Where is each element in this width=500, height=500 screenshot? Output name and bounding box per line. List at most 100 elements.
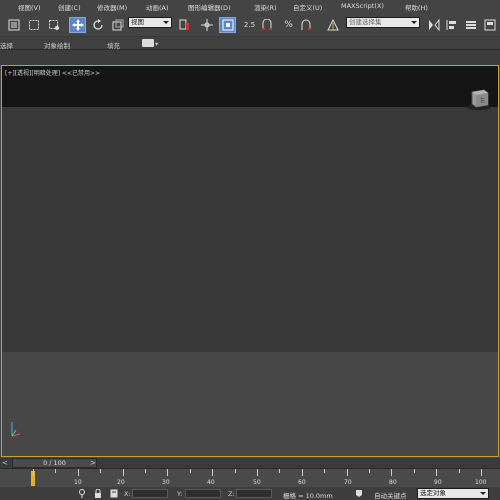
- menu-modifiers[interactable]: 修改器(M): [97, 2, 127, 12]
- viewcube-face-label: 左: [480, 97, 485, 104]
- selection-filter-dropdown[interactable]: 选定对象: [417, 488, 489, 499]
- track-bar-tick: [279, 469, 281, 473]
- tick-label: 100: [475, 479, 487, 486]
- track-bar-tick: [100, 469, 102, 473]
- menu-animation[interactable]: 动画(A): [146, 2, 169, 12]
- chevron-down-icon: [411, 21, 417, 24]
- y-coord-field[interactable]: [185, 489, 221, 498]
- menu-bar: 视图(V) 创建(C) 修改器(M) 动画(A) 图形编辑器(D) 渲染(R) …: [0, 0, 500, 12]
- ribbon-bar: 选择 对象绘制 填充 ▾: [0, 37, 500, 50]
- track-bar-tick: [122, 469, 124, 476]
- viewcube-icon[interactable]: 左: [466, 86, 492, 112]
- viewport-background-mid: [2, 107, 498, 352]
- track-bar-tick: [324, 469, 326, 473]
- viewport-label[interactable]: [+][透视][明暗处理] <<已禁用>>: [5, 68, 100, 77]
- time-slider[interactable]: < 0 / 100 >: [0, 458, 500, 468]
- layer-explorer-icon[interactable]: [462, 17, 479, 33]
- track-bar-tick: [346, 469, 348, 476]
- lock-icon[interactable]: [94, 488, 102, 498]
- track-bar-tick: [77, 469, 79, 476]
- ribbon-tab-populate[interactable]: 填充: [107, 40, 120, 50]
- track-bar-tick: [481, 469, 482, 476]
- perspective-viewport[interactable]: [+][透视][明暗处理] <<已禁用>> 左: [1, 65, 499, 457]
- menu-maxscript[interactable]: MAXScript(X): [341, 2, 384, 10]
- mirror-icon[interactable]: [425, 17, 442, 33]
- menu-graph-editors[interactable]: 图形编辑器(D): [188, 2, 231, 12]
- z-coord-label: Z:: [228, 490, 235, 498]
- menu-help[interactable]: 帮助(H): [405, 2, 428, 12]
- reference-coordinate-value: 视图: [131, 18, 144, 26]
- ribbon-tab-object-paint[interactable]: 对象绘制: [44, 40, 70, 50]
- track-bar-tick: [33, 469, 34, 476]
- menu-customize[interactable]: 自定义(U): [293, 2, 322, 12]
- named-selection-dropdown[interactable]: 创建选择集: [346, 17, 420, 28]
- tick-label: 30: [162, 479, 170, 486]
- angle-snap-icon[interactable]: [258, 17, 275, 33]
- percent-icon: %: [284, 20, 293, 30]
- track-bar-tick: [234, 469, 236, 473]
- tick-label: 40: [207, 479, 215, 486]
- track-bar-tick: [257, 469, 258, 476]
- y-coord-label: Y:: [177, 490, 183, 498]
- x-coord-label: X:: [124, 490, 131, 498]
- chevron-down-icon[interactable]: ▾: [155, 40, 158, 48]
- manipulate-icon[interactable]: [198, 17, 215, 33]
- z-coord-field[interactable]: [236, 489, 272, 498]
- track-bar-tick: [391, 469, 393, 476]
- chevron-down-icon: [163, 21, 169, 24]
- window-crossing-icon[interactable]: [45, 17, 62, 33]
- pivot-center-icon[interactable]: [175, 17, 192, 33]
- track-bar[interactable]: 10 20 30 40 50 60 70 80 90 100: [0, 468, 500, 487]
- viewport-background-floor: [2, 352, 498, 456]
- select-by-name-icon[interactable]: [5, 17, 22, 33]
- main-toolbar: 视图 2.5 % 创建选择集: [0, 12, 500, 37]
- track-bar-tick: [301, 469, 303, 476]
- tick-label: 60: [298, 479, 306, 486]
- time-slider-next-arrow[interactable]: >: [90, 459, 96, 467]
- tick-label: 10: [74, 479, 82, 486]
- track-bar-tick: [189, 469, 191, 473]
- keyboard-shortcut-override-icon[interactable]: [219, 17, 236, 33]
- spinner-snap-icon[interactable]: [297, 17, 314, 33]
- viewport-top-strip: [0, 50, 500, 65]
- add-time-tag-icon[interactable]: [355, 489, 363, 498]
- tick-label: 80: [389, 479, 397, 486]
- percent-snap-icon[interactable]: %: [280, 17, 297, 33]
- tick-label: 50: [253, 479, 261, 486]
- align-icon[interactable]: [443, 17, 460, 33]
- edit-named-selection-icon[interactable]: [324, 17, 341, 33]
- tick-label: 90: [434, 479, 442, 486]
- select-move-icon[interactable]: [69, 17, 86, 33]
- tick-label: 70: [344, 479, 352, 486]
- time-slider-prev-arrow[interactable]: <: [2, 459, 8, 467]
- toggle-ribbon-icon[interactable]: [481, 17, 498, 33]
- snaps-label: 2.5: [243, 21, 256, 29]
- select-rotate-icon[interactable]: [89, 17, 106, 33]
- track-bar-tick: [413, 469, 415, 473]
- x-coord-field[interactable]: [132, 489, 168, 498]
- snaps-toggle-icon[interactable]: 2.5: [241, 17, 258, 33]
- grid-size-text: 栅格 = 10.0mm: [283, 492, 333, 500]
- select-scale-icon[interactable]: [109, 17, 126, 33]
- track-bar-tick: [55, 469, 57, 473]
- track-bar-tick: [458, 469, 460, 473]
- reference-coordinate-dropdown[interactable]: 视图: [128, 17, 172, 28]
- auto-key-button[interactable]: 自动关键点: [374, 490, 407, 500]
- ribbon-tab-select[interactable]: 选择: [0, 40, 13, 50]
- time-slider-frame-label: 0 / 100: [43, 459, 66, 467]
- key-icon[interactable]: [78, 489, 86, 498]
- ribbon-options-icon[interactable]: [142, 39, 154, 47]
- track-bar-tick: [167, 469, 169, 476]
- selection-lock-icon[interactable]: [110, 489, 118, 498]
- track-bar-tick: [145, 469, 146, 473]
- rect-selection-icon[interactable]: [25, 17, 42, 33]
- menu-create[interactable]: 创建(C): [58, 2, 81, 12]
- track-bar-tick: [369, 469, 370, 473]
- menu-rendering[interactable]: 渲染(R): [254, 2, 277, 12]
- tick-label: 20: [117, 479, 125, 486]
- selection-filter-value: 选定对象: [420, 489, 446, 497]
- track-bar-tick: [436, 469, 438, 476]
- menu-view[interactable]: 视图(V): [18, 2, 41, 12]
- status-bar: X: Y: Z: 栅格 = 10.0mm 自动关键点 选定对象: [0, 487, 500, 500]
- track-bar-tick: [212, 469, 214, 476]
